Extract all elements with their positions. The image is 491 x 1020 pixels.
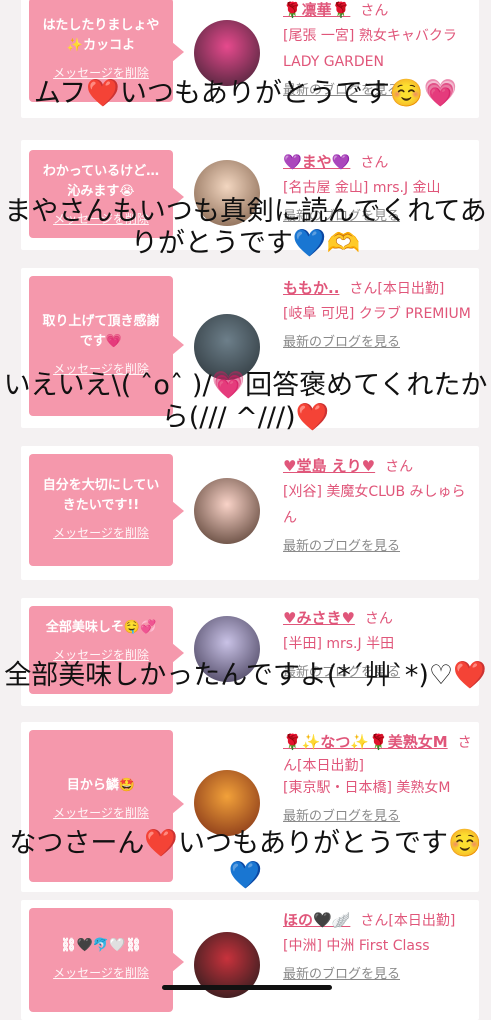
home-indicator[interactable] bbox=[162, 985, 332, 990]
latest-blog-link[interactable]: 最新のブログを見る bbox=[283, 535, 473, 554]
message-text: 目から鱗🤩 bbox=[66, 778, 136, 793]
profile-info: ♥堂島 えり♥ さん [刈谷] 美魔女CLUB みしゅらん 最新のブログを見る bbox=[283, 454, 473, 554]
overlay-caption: 全部美味しかったんですよ(*´艸`*)♡❤️ bbox=[4, 660, 487, 691]
message-bubble: ⛓🖤🐬🤍⛓ メッセージを削除 bbox=[29, 908, 184, 1012]
message-text: 取り上げて頂き感謝です💗 bbox=[42, 314, 160, 349]
latest-blog-link[interactable]: 最新のブログを見る bbox=[283, 331, 473, 350]
message-card: 自分を大切にしていきたいです!! メッセージを削除 ♥堂島 えり♥ さん [刈谷]… bbox=[21, 446, 479, 580]
latest-blog-link[interactable]: 最新のブログを見る bbox=[283, 805, 473, 824]
honorific: さん bbox=[364, 611, 393, 627]
overlay-caption: いえいえ\( ˆoˆ )/💗回答褒めてくれたから(/// ^///)❤️ bbox=[3, 370, 488, 433]
honorific: さん bbox=[385, 459, 414, 475]
profile-name-link[interactable]: ほの🖤🪽 bbox=[283, 911, 350, 929]
shop-name: [東京駅・日本橋] 美熟女M bbox=[283, 780, 451, 796]
honorific: さん[本日出勤] bbox=[349, 281, 445, 297]
shop-name: [刈谷] 美魔女CLUB みしゅらん bbox=[283, 484, 466, 526]
profile-name-link[interactable]: ももか.. bbox=[283, 279, 339, 297]
honorific: さん[本日出勤] bbox=[360, 913, 456, 929]
shop-name: [岐阜 可児] クラブ PREMIUM bbox=[283, 306, 471, 322]
overlay-caption: ムフ❤️いつもありがとうです☺️💗 bbox=[33, 78, 458, 109]
delete-message-link[interactable]: メッセージを削除 bbox=[29, 964, 173, 981]
message-text: わかっているけど…沁みます😭 bbox=[42, 164, 160, 199]
honorific: さん bbox=[360, 155, 389, 171]
profile-name-link[interactable]: ♥堂島 えり♥ bbox=[283, 457, 375, 475]
profile-name-link[interactable]: 🌹凛華🌹 bbox=[283, 1, 350, 19]
avatar[interactable] bbox=[194, 770, 260, 836]
delete-message-link[interactable]: メッセージを削除 bbox=[29, 804, 173, 821]
latest-blog-link[interactable]: 最新のブログを見る bbox=[283, 963, 473, 982]
message-bubble: 自分を大切にしていきたいです!! メッセージを削除 bbox=[29, 454, 184, 566]
profile-name-link[interactable]: 🌹✨なつ✨🌹美熟女M bbox=[283, 733, 448, 751]
shop-name: [中洲] 中洲 First Class bbox=[283, 938, 430, 954]
message-card: ⛓🖤🐬🤍⛓ メッセージを削除 ほの🖤🪽 さん[本日出勤] [中洲] 中洲 Firs… bbox=[21, 900, 479, 1020]
profile-info: ほの🖤🪽 さん[本日出勤] [中洲] 中洲 First Class 最新のブログを… bbox=[283, 908, 473, 982]
profile-name-link[interactable]: ♥みさき♥ bbox=[283, 609, 355, 627]
message-text: 全部美味しそ🤤💞 bbox=[45, 620, 157, 635]
shop-name: [半田] mrs.J 半田 bbox=[283, 636, 395, 652]
message-text: はたしたりましょや✨カッコよ bbox=[42, 18, 160, 53]
avatar[interactable] bbox=[194, 20, 260, 86]
delete-message-link[interactable]: メッセージを削除 bbox=[29, 524, 173, 541]
profile-info: ももか.. さん[本日出勤] [岐阜 可児] クラブ PREMIUM 最新のブログ… bbox=[283, 276, 473, 350]
message-text: 自分を大切にしていきたいです!! bbox=[42, 478, 160, 513]
profile-info: 🌹✨なつ✨🌹美熟女M さん[本日出勤] [東京駅・日本橋] 美熟女M 最新のブログ… bbox=[283, 730, 473, 824]
overlay-caption: まやさんもいつも真剣に読んでくれてありがとうです💙🫶 bbox=[4, 196, 487, 259]
profile-name-link[interactable]: 💜まや💜 bbox=[283, 153, 350, 171]
overlay-caption: なつさーん❤️いつもありがとうです☺️💙 bbox=[9, 828, 482, 891]
avatar[interactable] bbox=[194, 478, 260, 544]
shop-name: [尾張 一宮] 熟女キャバクラ LADY GARDEN bbox=[283, 28, 457, 70]
honorific: さん bbox=[360, 3, 389, 19]
message-text: ⛓🖤🐬🤍⛓ bbox=[60, 938, 142, 953]
